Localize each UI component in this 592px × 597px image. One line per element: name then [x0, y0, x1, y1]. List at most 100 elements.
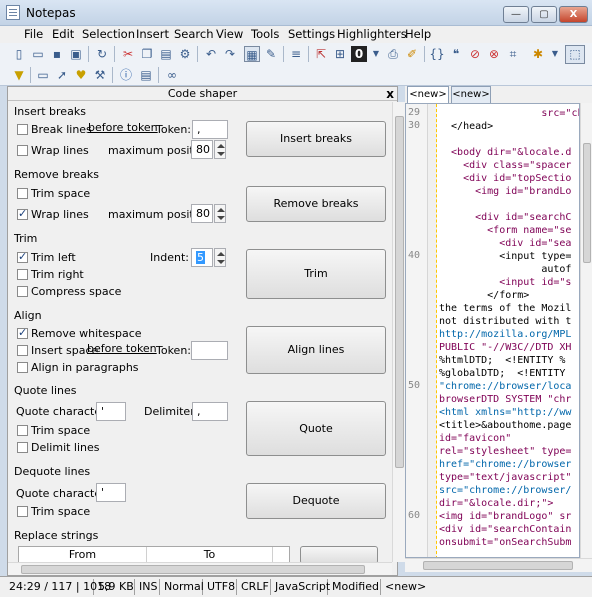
code-line: id="favicon" [439, 433, 512, 444]
fold-margin[interactable] [428, 104, 437, 557]
cut-icon[interactable]: ✂ [120, 46, 136, 62]
trim-right-checkbox[interactable] [17, 269, 28, 280]
to-column-header[interactable]: To [147, 547, 273, 563]
edit-icon[interactable]: ✐ [404, 46, 420, 62]
indent-spinner[interactable] [214, 248, 226, 267]
quote-char-field[interactable]: ' [96, 402, 126, 421]
menu-search[interactable]: Search [174, 27, 214, 41]
menu-file[interactable]: File [24, 27, 43, 41]
quote-icon[interactable]: ❝ [448, 46, 464, 62]
insert-space-checkbox[interactable] [17, 345, 28, 356]
window-icon[interactable]: ▭ [35, 67, 51, 83]
info-icon[interactable]: ⓘ [118, 67, 134, 83]
dequote-button[interactable]: Dequote [246, 483, 386, 519]
reload-icon[interactable]: ↻ [94, 46, 110, 62]
insert-max-position-spinner[interactable] [214, 140, 226, 159]
menu-selection[interactable]: Selection [82, 27, 135, 41]
quote-button[interactable]: Quote [246, 401, 386, 456]
remove-breaks-button[interactable]: Remove breaks [246, 186, 386, 222]
chevron-down-icon[interactable]: ▼ [368, 46, 384, 62]
insert-token-field[interactable]: , [192, 120, 228, 139]
from-column-header[interactable]: From [19, 547, 147, 563]
menu-edit[interactable]: Edit [52, 27, 74, 41]
editor-horizontal-thumb[interactable] [423, 561, 573, 570]
code-text-area[interactable]: src="chrom </head> <body dir="&locale.d … [439, 107, 579, 557]
dequote-char-field[interactable]: ' [96, 483, 126, 502]
close-button[interactable]: X [559, 6, 588, 23]
remove-whitespace-checkbox[interactable] [17, 326, 28, 339]
trim-left-checkbox[interactable] [17, 250, 28, 263]
number-icon[interactable]: 0 [351, 46, 367, 62]
layers-icon[interactable]: ▤ [138, 67, 154, 83]
monitor-icon[interactable]: ▦ [244, 46, 260, 62]
remove-max-position-field[interactable]: 80 [191, 204, 213, 223]
wand-icon[interactable]: ⚒ [92, 67, 108, 83]
code-icon[interactable]: ⊗ [486, 46, 502, 62]
bulb-icon[interactable]: ♥ [73, 67, 89, 83]
align-lines-button[interactable]: Align lines [246, 326, 386, 374]
pointer-icon[interactable]: ➚ [54, 67, 70, 83]
editor-horizontal-scrollbar[interactable] [405, 558, 592, 572]
shaper-vertical-scrollbar[interactable] [392, 102, 405, 562]
brace-icon[interactable]: {} [429, 46, 445, 62]
filter-icon[interactable]: ▼ [11, 67, 27, 83]
align-icon[interactable]: ≡ [288, 46, 304, 62]
open-icon[interactable]: ▭ [30, 46, 46, 62]
status-encoding: UTF8 [204, 579, 237, 595]
export-icon[interactable]: ⇱ [313, 46, 329, 62]
dropdown-icon[interactable]: ▼ [547, 46, 563, 62]
select-icon[interactable]: ⬚ [565, 45, 585, 64]
menu-view[interactable]: View [216, 27, 243, 41]
bookmark-icon[interactable]: ⊞ [332, 46, 348, 62]
insert-breaks-button[interactable]: Insert breaks [246, 121, 386, 157]
binoculars-icon[interactable]: ∞ [164, 67, 180, 83]
remove-trim-space-checkbox[interactable] [17, 188, 28, 199]
menu-insert[interactable]: Insert [136, 27, 169, 41]
dequote-trim-space-checkbox[interactable] [17, 506, 28, 517]
tools-icon[interactable]: ⌗ [505, 46, 521, 62]
menu-tools[interactable]: Tools [251, 27, 279, 41]
delimiter-field[interactable]: , [192, 402, 228, 421]
trim-button[interactable]: Trim [246, 249, 386, 299]
wrap-lines-checkbox[interactable] [17, 145, 28, 156]
print-icon[interactable]: ⎙ [385, 46, 401, 62]
copy-icon[interactable]: ❐ [139, 46, 155, 62]
menu-help[interactable]: Help [405, 27, 431, 41]
settings-icon[interactable]: ⚙ [177, 46, 193, 62]
minimize-button[interactable]: — [503, 6, 529, 23]
line-number: 30 [408, 120, 421, 131]
menu-highlighters[interactable]: Highlighters [337, 27, 407, 41]
editor-vertical-scrollbar[interactable] [580, 103, 592, 558]
align-paragraphs-checkbox[interactable] [17, 362, 28, 373]
strike-icon[interactable]: ⊘ [467, 46, 483, 62]
code-shaper-close-button[interactable]: x [386, 87, 394, 101]
brush-icon[interactable]: ✎ [263, 46, 279, 62]
undo-icon[interactable]: ↶ [203, 46, 219, 62]
tab-new-1[interactable]: <new> [407, 86, 449, 104]
menu-settings[interactable]: Settings [288, 27, 335, 41]
break-lines-checkbox[interactable] [17, 124, 28, 135]
align-token-field[interactable] [191, 341, 228, 360]
delimit-lines-checkbox[interactable] [17, 442, 28, 453]
maximize-button[interactable]: ▢ [531, 6, 557, 23]
remove-max-position-spinner[interactable] [214, 204, 226, 223]
code-editor[interactable]: 29 30 40 50 60 src="chrom </head> <body … [405, 103, 580, 558]
dequote-trim-space-label: Trim space [31, 505, 91, 518]
magic-icon[interactable]: ✱ [530, 46, 546, 62]
paste-icon[interactable]: ▤ [158, 46, 174, 62]
redo-icon[interactable]: ↷ [222, 46, 238, 62]
shaper-horizontal-thumb[interactable] [21, 565, 365, 574]
window-title: Notepas [26, 6, 76, 20]
save-icon[interactable]: ▪ [49, 46, 65, 62]
editor-vertical-thumb[interactable] [583, 143, 591, 263]
tab-new-2[interactable]: <new> [451, 86, 491, 103]
insert-max-position-field[interactable]: 80 [191, 140, 213, 159]
compress-space-checkbox[interactable] [17, 286, 28, 297]
quote-trim-space-checkbox[interactable] [17, 425, 28, 436]
shaper-vertical-thumb[interactable] [395, 116, 404, 468]
indent-field[interactable]: 5 [191, 248, 213, 267]
remove-wrap-lines-checkbox[interactable] [17, 207, 28, 220]
save-all-icon[interactable]: ▣ [68, 46, 84, 62]
shaper-horizontal-scrollbar[interactable] [8, 562, 392, 575]
new-file-icon[interactable]: ▯ [11, 46, 27, 62]
